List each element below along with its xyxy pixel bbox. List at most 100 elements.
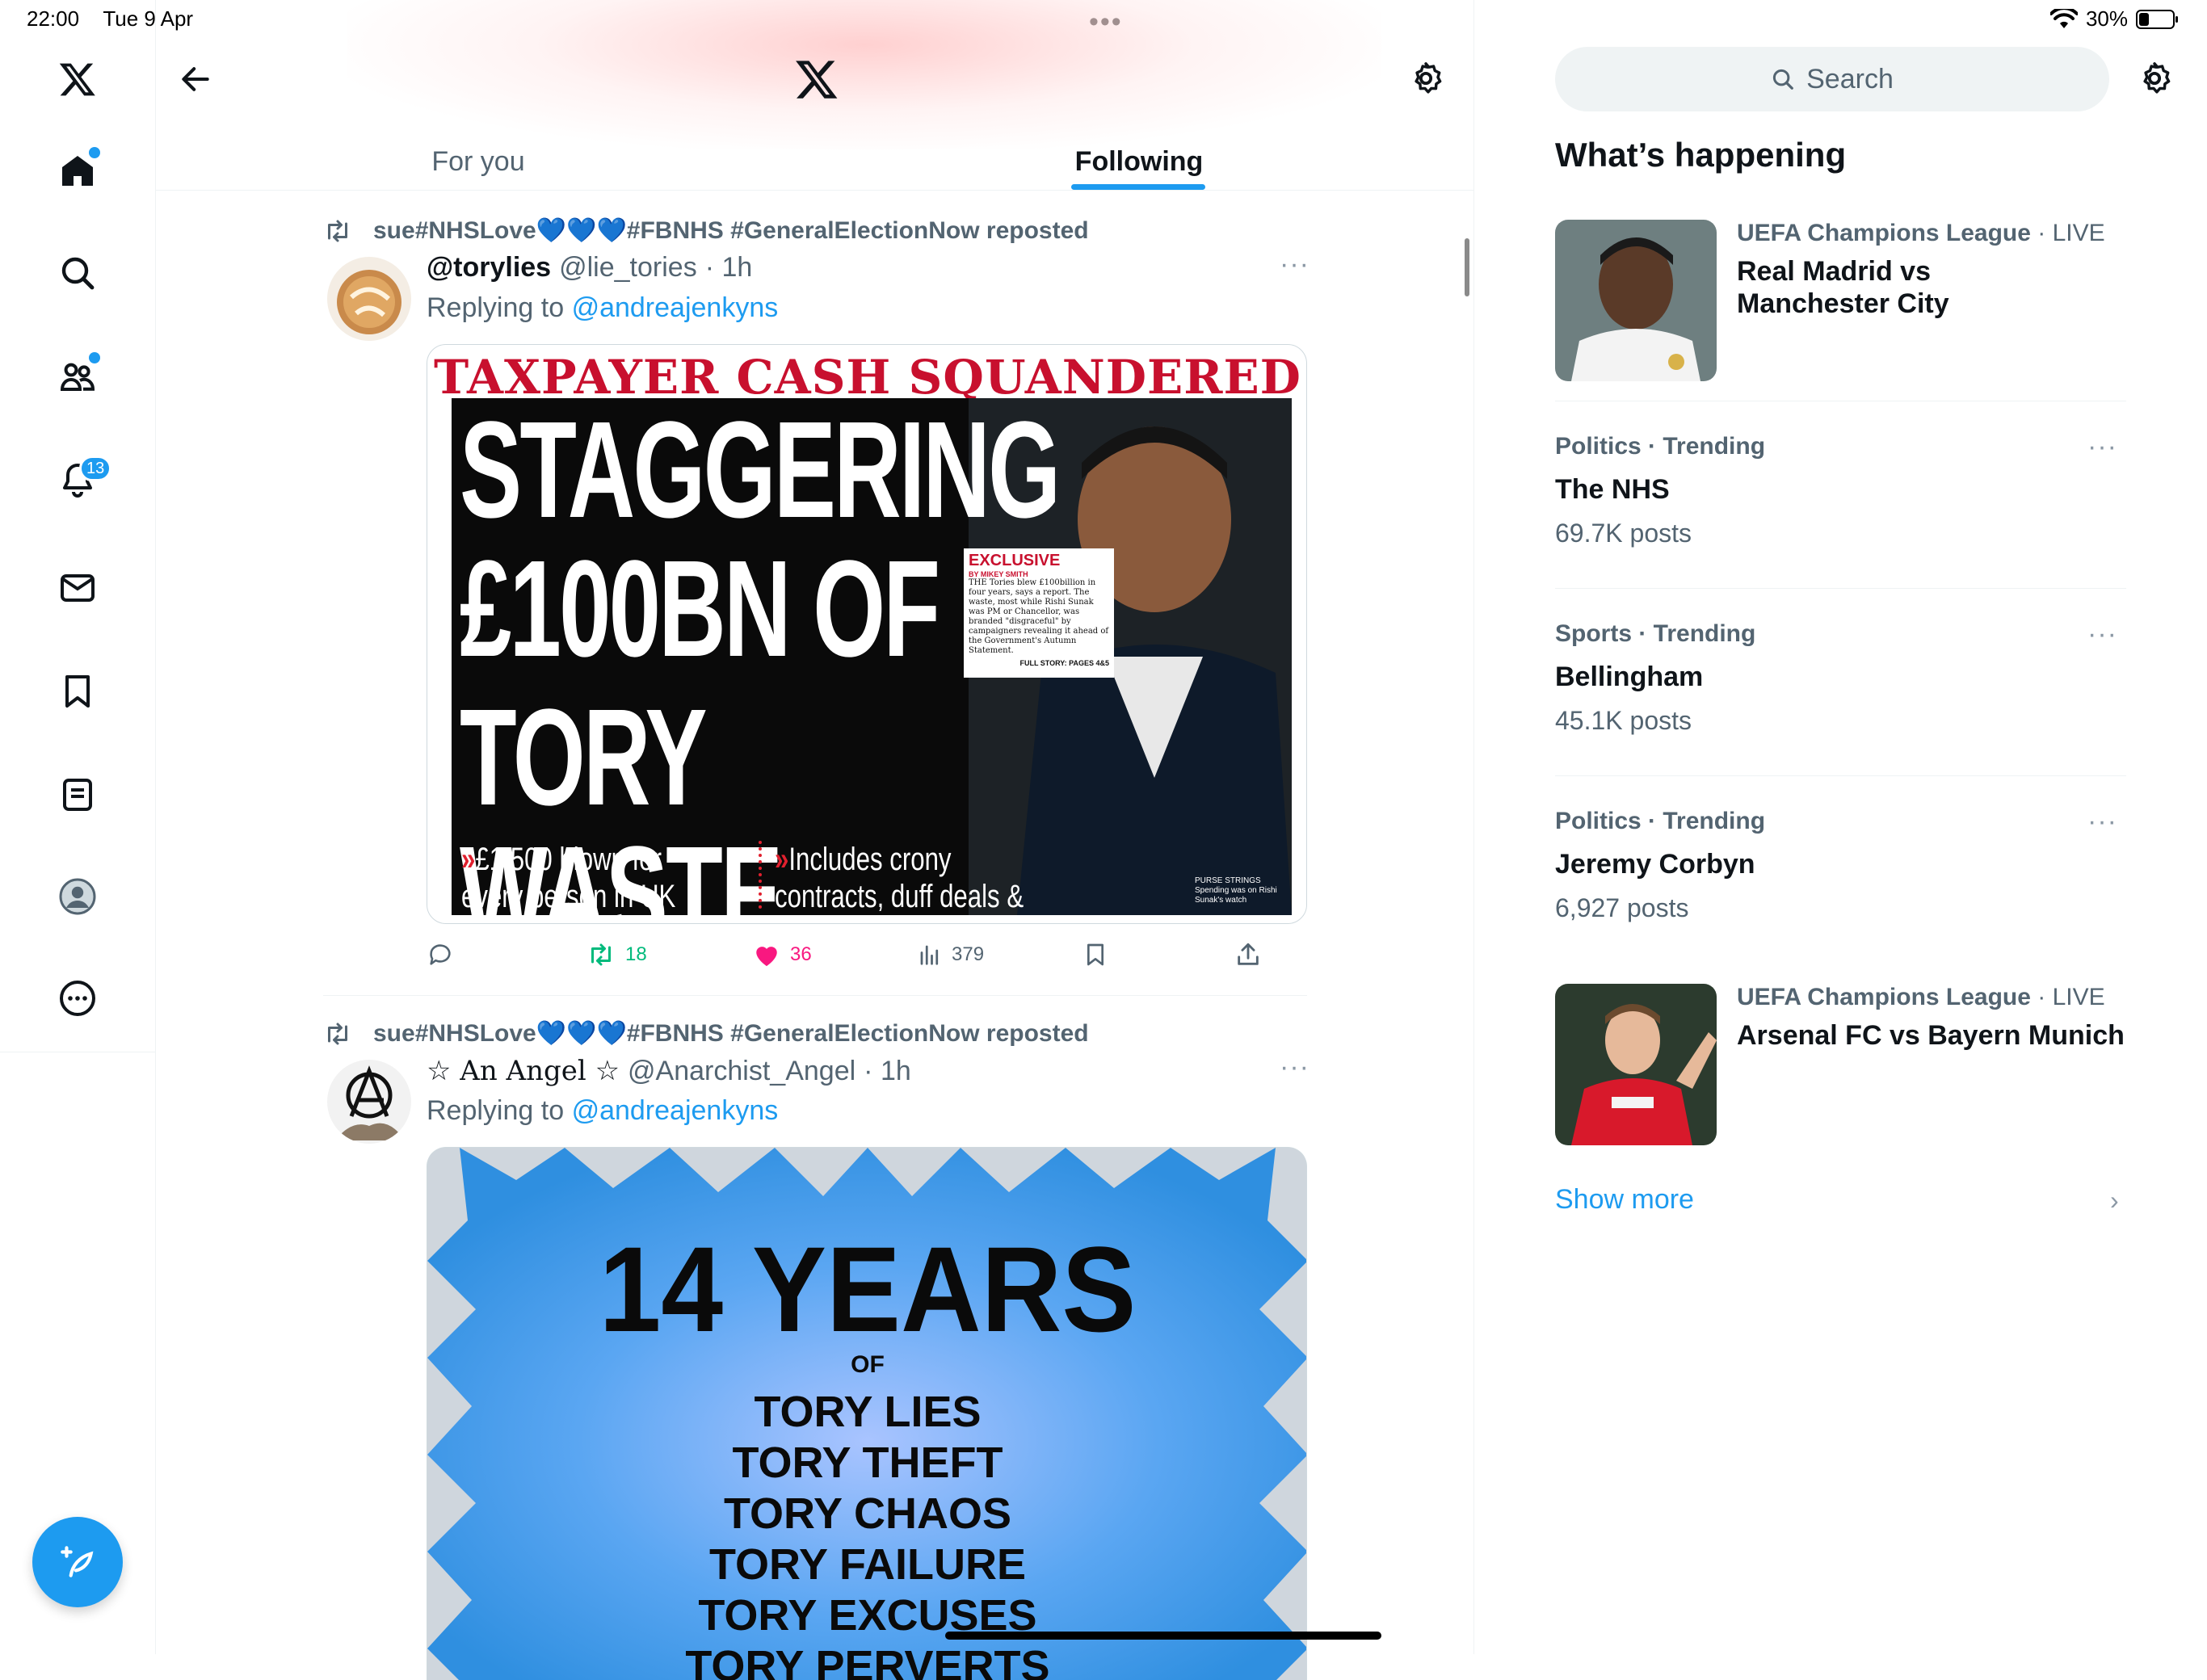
tweet-1-media[interactable]: TAXPAYER CASH SQUANDERED STAGGERING £100… xyxy=(427,344,1307,924)
repost-button[interactable]: 18 xyxy=(586,942,647,968)
trend-1[interactable]: UEFA Champions League · LIVE Real Madrid… xyxy=(1737,220,2117,320)
replying-prefix: Replying to xyxy=(427,1095,565,1126)
tweet-2-avatar[interactable] xyxy=(327,1060,411,1144)
search-icon xyxy=(1773,69,1793,90)
trend-title-line1: Real Madrid vs xyxy=(1737,256,1931,287)
trend-4[interactable]: Politics · Trending Jeremy Corbyn 6,927 … xyxy=(1555,808,2121,923)
arrow-left-icon xyxy=(182,67,209,91)
trend-3[interactable]: Sports · Trending Bellingham 45.1K posts xyxy=(1555,620,2121,736)
trend-post-count: 45.1K posts xyxy=(1555,706,1692,735)
tweet-time: · 1h xyxy=(864,1056,911,1086)
search-placeholder: Search xyxy=(1806,63,1894,94)
section-title: What’s happening xyxy=(1555,136,1847,174)
compose-post-button[interactable] xyxy=(32,1517,123,1607)
replying-to-link[interactable]: @andreajenkyns xyxy=(572,1095,779,1126)
tweet-2-more-icon[interactable]: ··· xyxy=(1280,1052,1309,1083)
tweet-divider xyxy=(323,995,1307,996)
trend-1-thumbnail[interactable] xyxy=(1555,220,1717,381)
lists-icon xyxy=(63,779,92,811)
poster-of: OF xyxy=(851,1351,885,1378)
poster-line: TORY PERVERTS xyxy=(685,1642,1050,1680)
chevron-right-icon[interactable]: › xyxy=(2110,1186,2119,1216)
trend-5-thumbnail[interactable] xyxy=(1555,984,1717,1145)
trend-divider xyxy=(1555,588,2126,589)
media-headline-top: TAXPAYER CASH SQUANDERED xyxy=(434,350,1301,405)
like-button[interactable]: 36 xyxy=(753,942,812,968)
header-x-logo-icon[interactable] xyxy=(793,57,842,102)
search-input[interactable]: Search xyxy=(1555,47,2109,111)
tweet-2-header: ☆ An Angel ☆ @Anarchist_Angel · 1h xyxy=(427,1055,911,1087)
nav-item-messages[interactable] xyxy=(39,549,116,627)
like-count: 36 xyxy=(790,943,812,965)
media-line-1: STAGGERING xyxy=(460,398,1061,547)
sub-right-text: Includes crony contracts, duff deals & f… xyxy=(775,842,1024,914)
media-sub-left: »£1,500 blown for every person in UK sin… xyxy=(461,841,720,915)
tab-following[interactable]: Following xyxy=(1026,133,1252,190)
trend-title: The NHS xyxy=(1555,474,1670,505)
profile-icon xyxy=(59,878,96,915)
poster-headline: 14 YEARS xyxy=(599,1221,1137,1357)
trend-2-more-icon[interactable]: ··· xyxy=(2087,431,2117,463)
tweet-author-handle[interactable]: @Anarchist_Angel xyxy=(628,1056,855,1087)
reply-button[interactable] xyxy=(427,941,464,968)
exclusive-text: THE Tories blew £100billion in four year… xyxy=(969,578,1109,655)
reply-icon xyxy=(430,944,451,965)
bookmark-icon xyxy=(1087,943,1104,966)
bookmark-button[interactable] xyxy=(1082,941,1108,968)
show-more-link[interactable]: Show more xyxy=(1555,1184,1694,1216)
trend-post-count: 69.7K posts xyxy=(1555,519,1692,548)
repost-icon xyxy=(328,1023,347,1044)
trend-5[interactable]: UEFA Champions League · LIVE Arsenal FC … xyxy=(1737,984,2125,1052)
trend-3-more-icon[interactable]: ··· xyxy=(2087,619,2117,650)
tweet-author-handle[interactable]: @lie_tories xyxy=(559,252,697,284)
media-sub-right: »Includes crony contracts, duff deals & … xyxy=(775,841,1027,915)
back-button[interactable] xyxy=(176,57,215,102)
trend-2[interactable]: Politics · Trending The NHS 69.7K posts xyxy=(1555,433,2121,548)
tweet-2-media[interactable]: 14 YEARS OF TORY LIES TORY THEFT TORY CH… xyxy=(427,1147,1307,1680)
views-button[interactable]: 379 xyxy=(918,943,984,967)
repost-icon xyxy=(591,943,611,966)
tweet-author-name[interactable]: ☆ An Angel ☆ xyxy=(427,1055,620,1087)
poster-line: TORY FAILURE xyxy=(708,1540,1027,1589)
share-button[interactable] xyxy=(1234,941,1262,968)
trend-4-more-icon[interactable]: ··· xyxy=(2087,806,2117,838)
tab-for-you[interactable]: For you xyxy=(365,133,591,190)
header-gradient xyxy=(347,0,1381,149)
tweet-2-replying: Replying to @andreajenkyns xyxy=(427,1095,778,1127)
nav-item-communities[interactable] xyxy=(39,338,116,415)
bookmarks-icon xyxy=(65,675,90,708)
battery-percent: 30% xyxy=(2085,6,2128,31)
nav-item-home[interactable] xyxy=(39,132,116,210)
timeline-scrollbar[interactable] xyxy=(1465,238,1469,296)
search-icon xyxy=(61,257,95,290)
exclusive-title: EXCLUSIVE xyxy=(969,552,1061,569)
nav-item-lists[interactable] xyxy=(39,756,116,834)
gear-icon xyxy=(1415,62,1442,94)
repost-icon xyxy=(328,220,347,242)
exclusive-byline: BY MIKEY SMITH xyxy=(969,570,1028,578)
tweet-1-more-icon[interactable]: ··· xyxy=(1280,249,1309,280)
replying-to-link[interactable]: @andreajenkyns xyxy=(572,292,779,323)
tweet-author-name[interactable]: @torylies xyxy=(427,252,551,284)
repost-attribution: sue#NHSLove💙💙💙#FBNHS #GeneralElectionNow… xyxy=(373,217,1089,244)
nav-item-profile[interactable] xyxy=(39,858,116,935)
exclusive-footer: FULL STORY: PAGES 4&5 xyxy=(1019,659,1109,667)
tweet-1-avatar[interactable] xyxy=(327,257,411,341)
timeline-settings-button[interactable] xyxy=(1407,60,1444,101)
nav-item-more[interactable] xyxy=(39,960,116,1037)
views-count: 379 xyxy=(952,943,985,965)
home-indicator[interactable] xyxy=(945,1632,1381,1640)
compose-feather-icon xyxy=(61,1546,94,1577)
communities-unread-dot xyxy=(89,352,100,363)
repost-count: 18 xyxy=(625,943,647,965)
explore-settings-button[interactable] xyxy=(2136,60,2173,101)
tweet-1-actions: 18 36 379 xyxy=(427,939,1307,971)
nav-item-explore[interactable] xyxy=(39,234,116,312)
wifi-icon xyxy=(2049,8,2078,28)
nav-item-bookmarks[interactable] xyxy=(39,653,116,730)
nav-item-notifications[interactable]: 13 xyxy=(39,441,116,519)
trend-post-count: 6,927 posts xyxy=(1555,893,1689,922)
trend-live: · LIVE xyxy=(2037,984,2105,1010)
x-logo-icon[interactable] xyxy=(39,40,116,118)
poster-line: TORY THEFT xyxy=(732,1438,1003,1487)
